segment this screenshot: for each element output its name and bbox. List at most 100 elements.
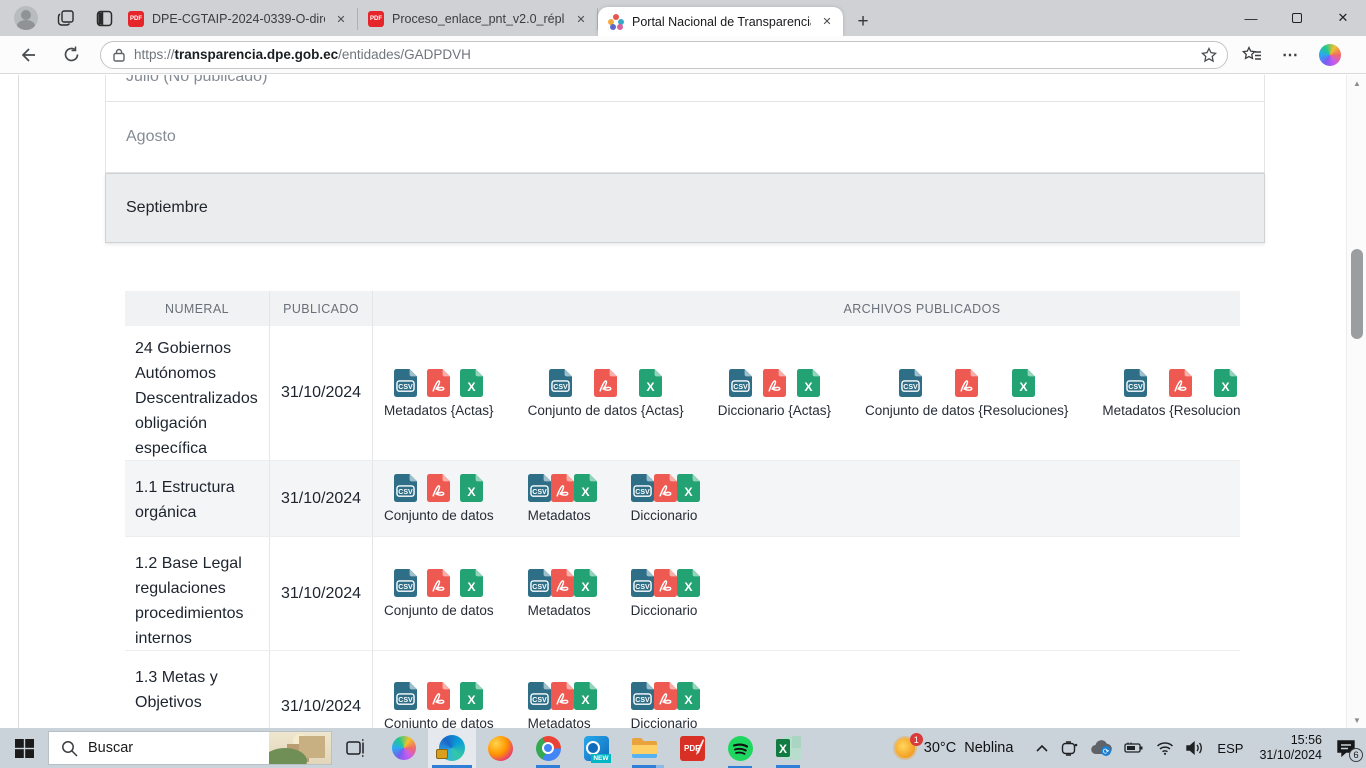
pdf-file-icon[interactable] xyxy=(654,682,677,710)
notification-center-icon[interactable]: 6 xyxy=(1330,728,1366,768)
excel-file-icon[interactable]: X xyxy=(574,569,597,597)
battery-icon[interactable] xyxy=(1118,728,1150,768)
excel-file-icon[interactable]: X xyxy=(677,474,700,502)
excel-file-icon[interactable]: X xyxy=(460,569,483,597)
pdf-file-icon[interactable] xyxy=(427,682,450,710)
csv-file-icon[interactable]: CSV xyxy=(899,369,922,397)
excel-file-icon[interactable]: X xyxy=(574,682,597,710)
favorite-star-icon[interactable] xyxy=(1201,47,1217,63)
taskbar-excel-icon[interactable]: X xyxy=(764,728,812,768)
scrollbar-thumb[interactable] xyxy=(1351,249,1363,339)
taskbar-spotify-icon[interactable] xyxy=(716,728,764,768)
close-icon[interactable]: ✕ xyxy=(333,11,349,27)
tab-pdf-1[interactable]: PDF DPE-CGTAIP-2024-0339-O-directri ✕ xyxy=(118,8,358,30)
onedrive-icon[interactable]: ⟳ xyxy=(1084,728,1118,768)
svg-text:CSV: CSV xyxy=(635,584,650,591)
wifi-icon[interactable] xyxy=(1150,728,1180,768)
excel-file-icon[interactable]: X xyxy=(574,474,597,502)
pdf-file-icon[interactable] xyxy=(427,474,450,502)
pdf-file-icon[interactable] xyxy=(763,369,786,397)
search-daily-image[interactable] xyxy=(269,732,331,764)
tab-pdf-2[interactable]: PDF Proceso_enlace_pnt_v2.0_réplica_ ✕ xyxy=(358,8,598,30)
file-icons: CSV X xyxy=(528,569,597,597)
hidden-icons-chevron[interactable] xyxy=(1029,728,1055,768)
csv-file-icon[interactable]: CSV xyxy=(631,682,654,710)
pdf-file-icon[interactable] xyxy=(1169,369,1192,397)
pdf-file-icon[interactable] xyxy=(654,569,677,597)
excel-file-icon[interactable]: X xyxy=(460,682,483,710)
pdf-file-icon[interactable] xyxy=(654,474,677,502)
clock[interactable]: 15:56 31/10/2024 xyxy=(1251,733,1330,763)
maximize-button[interactable] xyxy=(1274,0,1320,36)
excel-file-icon[interactable]: X xyxy=(639,369,662,397)
csv-file-icon[interactable]: CSV xyxy=(729,369,752,397)
csv-file-icon[interactable]: CSV xyxy=(631,474,654,502)
close-icon[interactable]: ✕ xyxy=(573,11,589,27)
excel-file-icon[interactable]: X xyxy=(677,569,700,597)
copilot-icon[interactable] xyxy=(1319,44,1341,66)
workspaces-icon[interactable] xyxy=(56,8,76,28)
pdf-file-icon[interactable] xyxy=(955,369,978,397)
csv-file-icon[interactable]: CSV xyxy=(1124,369,1147,397)
minimize-button[interactable]: — xyxy=(1228,0,1274,36)
cast-device-icon[interactable] xyxy=(1055,728,1084,768)
tab-actions-icon[interactable] xyxy=(94,8,114,28)
favorites-bar-icon[interactable] xyxy=(1242,46,1262,64)
page-scrollbar[interactable]: ▲ ▼ xyxy=(1346,75,1366,728)
lock-icon[interactable] xyxy=(113,48,125,62)
taskbar-chrome-icon[interactable] xyxy=(524,728,572,768)
scroll-up-icon[interactable]: ▲ xyxy=(1347,75,1366,91)
csv-file-icon[interactable]: CSV xyxy=(394,682,417,710)
address-bar[interactable]: https://transparencia.dpe.gob.ec/entidad… xyxy=(100,41,1228,69)
settings-ellipsis-icon[interactable]: ⋯ xyxy=(1282,45,1299,65)
accordion-item-agosto[interactable]: Agosto xyxy=(105,102,1265,173)
excel-file-icon[interactable]: X xyxy=(460,369,483,397)
csv-file-icon[interactable]: CSV xyxy=(528,682,551,710)
task-view-icon[interactable] xyxy=(332,728,380,768)
csv-file-icon[interactable]: CSV xyxy=(631,569,654,597)
file-group: CSV X Diccionario xyxy=(631,569,700,618)
csv-file-icon[interactable]: CSV xyxy=(528,474,551,502)
accordion-item-septiembre[interactable]: Septiembre xyxy=(105,173,1265,243)
file-group-label: Conjunto de datos xyxy=(384,603,494,618)
csv-file-icon[interactable]: CSV xyxy=(394,369,417,397)
excel-file-icon[interactable]: X xyxy=(1012,369,1035,397)
file-group: CSV X Metadatos xyxy=(528,474,597,523)
search-input[interactable]: Buscar xyxy=(48,731,332,765)
taskbar-copilot-icon[interactable] xyxy=(380,728,428,768)
scroll-down-icon[interactable]: ▼ xyxy=(1347,712,1366,728)
taskbar-edge-icon[interactable] xyxy=(428,728,476,768)
pdf-file-icon[interactable] xyxy=(594,369,617,397)
reload-button[interactable] xyxy=(56,40,86,70)
taskbar-outlook-icon[interactable]: NEW xyxy=(572,728,620,768)
tab-portal-transparencia[interactable]: Portal Nacional de Transparencia ✕ xyxy=(598,7,843,36)
excel-file-icon[interactable]: X xyxy=(1214,369,1237,397)
excel-file-icon[interactable]: X xyxy=(797,369,820,397)
numeral-cell: 24 Gobiernos Autónomos Descentralizados … xyxy=(125,326,270,460)
language-indicator[interactable]: ESP xyxy=(1209,741,1251,756)
pdf-file-icon[interactable] xyxy=(551,682,574,710)
taskbar-file-explorer-icon[interactable] xyxy=(620,728,668,768)
csv-file-icon[interactable]: CSV xyxy=(549,369,572,397)
excel-file-icon[interactable]: X xyxy=(677,682,700,710)
profile-avatar[interactable] xyxy=(14,6,38,30)
pdf-file-icon[interactable] xyxy=(427,369,450,397)
pdf-file-icon[interactable] xyxy=(551,474,574,502)
pdf-file-icon[interactable] xyxy=(427,569,450,597)
csv-file-icon[interactable]: CSV xyxy=(394,474,417,502)
pdf-file-icon[interactable] xyxy=(551,569,574,597)
volume-icon[interactable] xyxy=(1180,728,1209,768)
csv-file-icon[interactable]: CSV xyxy=(528,569,551,597)
csv-file-icon[interactable]: CSV xyxy=(394,569,417,597)
taskbar-pdf-app-icon[interactable]: PDF xyxy=(668,728,716,768)
start-button[interactable] xyxy=(0,728,48,768)
taskbar-firefox-icon[interactable] xyxy=(476,728,524,768)
accordion-item-julio[interactable]: Julio (No publicado) xyxy=(105,75,1265,102)
close-window-button[interactable]: ✕ xyxy=(1320,0,1366,36)
excel-file-icon[interactable]: X xyxy=(460,474,483,502)
back-button[interactable] xyxy=(12,40,42,70)
new-tab-button[interactable]: + xyxy=(849,8,877,36)
close-icon[interactable]: ✕ xyxy=(819,14,835,30)
clock-date: 31/10/2024 xyxy=(1259,748,1322,763)
weather-widget[interactable]: 1 30°C Neblina xyxy=(888,728,1030,768)
